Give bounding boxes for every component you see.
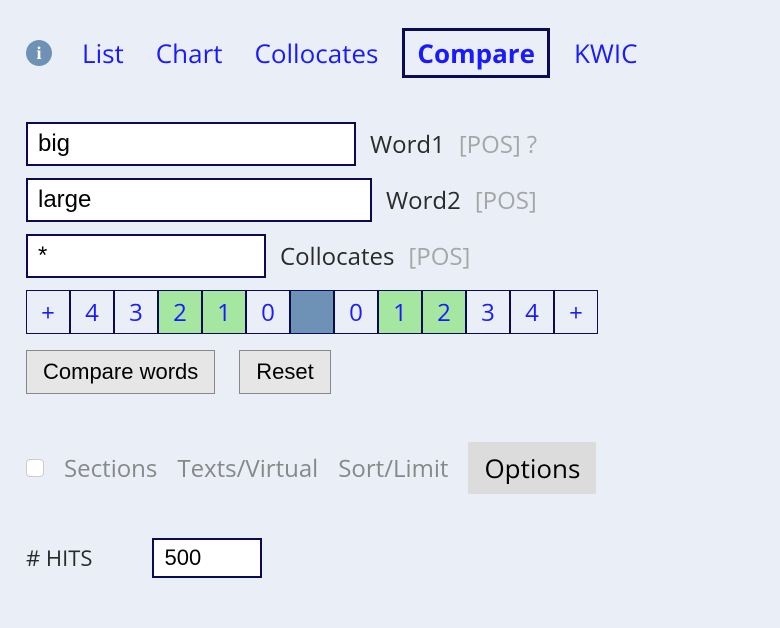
span-left-3[interactable]: 3 — [114, 290, 158, 334]
sections-link[interactable]: Sections — [64, 452, 157, 485]
word2-pos[interactable]: [POS] — [475, 184, 537, 217]
span-right-0[interactable]: 0 — [334, 290, 378, 334]
tab-collocates[interactable]: Collocates — [246, 31, 386, 75]
collocates-input[interactable] — [26, 234, 266, 278]
options-row: Sections Texts/Virtual Sort/Limit Option… — [26, 442, 754, 494]
help-icon[interactable]: ? — [527, 128, 537, 161]
span-right-2[interactable]: 2 — [422, 290, 466, 334]
tab-list[interactable]: List — [74, 31, 132, 75]
word1-row: Word1 [POS] ? — [26, 122, 754, 166]
word1-input[interactable] — [26, 122, 356, 166]
tab-bar: i List Chart Collocates Compare KWIC — [26, 28, 754, 78]
span-left-0[interactable]: 0 — [246, 290, 290, 334]
hits-input[interactable] — [152, 538, 262, 578]
span-selector: +4321001234+ — [26, 290, 754, 334]
span-right-3[interactable]: 3 — [466, 290, 510, 334]
compare-button[interactable]: Compare words — [26, 350, 215, 394]
collocates-row: Collocates [POS] — [26, 234, 754, 278]
tab-kwic[interactable]: KWIC — [566, 31, 646, 75]
hits-label: # HITS — [26, 543, 92, 573]
tab-chart[interactable]: Chart — [148, 31, 231, 75]
tab-compare[interactable]: Compare — [402, 28, 550, 78]
span-left-2[interactable]: 2 — [158, 290, 202, 334]
span-right-4[interactable]: 4 — [510, 290, 554, 334]
texts-virtual-link[interactable]: Texts/Virtual — [177, 452, 318, 485]
word1-label: Word1 — [370, 128, 445, 161]
span-left-+[interactable]: + — [26, 290, 70, 334]
options-button[interactable]: Options — [468, 442, 596, 494]
reset-button[interactable]: Reset — [239, 350, 330, 394]
sections-checkbox[interactable] — [26, 459, 44, 477]
span-node — [290, 290, 334, 334]
word2-label: Word2 — [386, 184, 461, 217]
info-icon[interactable]: i — [26, 40, 52, 66]
sort-limit-link[interactable]: Sort/Limit — [338, 452, 448, 485]
action-buttons: Compare words Reset — [26, 350, 754, 394]
hits-row: # HITS — [26, 538, 754, 578]
collocates-label: Collocates — [280, 240, 394, 273]
span-right-+[interactable]: + — [554, 290, 598, 334]
span-left-4[interactable]: 4 — [70, 290, 114, 334]
word2-row: Word2 [POS] — [26, 178, 754, 222]
span-right-1[interactable]: 1 — [378, 290, 422, 334]
span-left-1[interactable]: 1 — [202, 290, 246, 334]
word2-input[interactable] — [26, 178, 372, 222]
collocates-pos[interactable]: [POS] — [408, 240, 470, 273]
word1-pos[interactable]: [POS] — [459, 128, 521, 161]
